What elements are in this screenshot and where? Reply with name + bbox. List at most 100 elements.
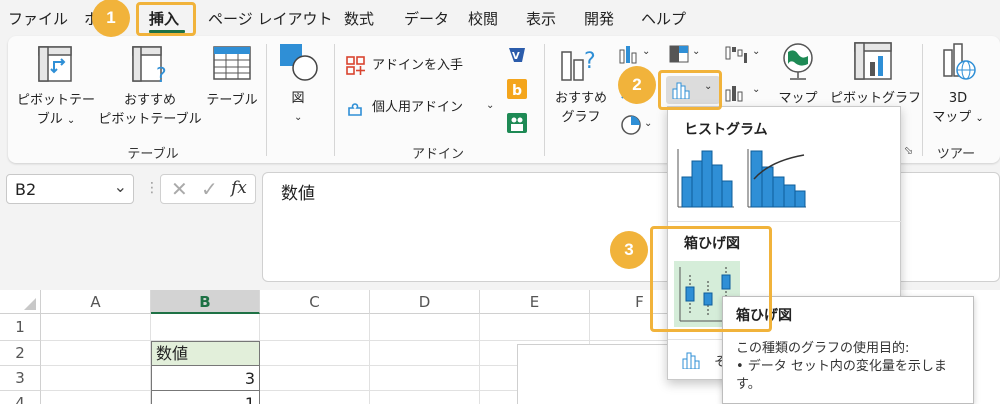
bing-icon[interactable]: b — [506, 78, 528, 100]
my-addins-button[interactable]: 個人用アドイン ⌄ — [346, 96, 496, 120]
callout-step-3: 3 — [610, 231, 648, 269]
column-header-d[interactable]: D — [370, 290, 480, 314]
dialog-launcher-icon[interactable]: ⬂ — [904, 144, 913, 157]
3d-map-label-2: マップ ⌄ — [932, 110, 984, 125]
svg-text:V: V — [512, 51, 520, 62]
illustrations-label: 図 — [291, 91, 305, 106]
tooltip-line-3: す。 — [736, 377, 761, 392]
select-all-corner[interactable] — [0, 290, 41, 314]
waterfall-chart-icon[interactable] — [724, 44, 748, 64]
dropdown-divider — [668, 221, 902, 222]
pivot-table-icon — [38, 46, 72, 82]
chevron-down-icon: ⌄ — [486, 100, 495, 111]
highlight-boxplot — [650, 226, 772, 332]
recommended-pivot-icon: ? — [132, 46, 167, 84]
combo-chart-icon[interactable] — [724, 82, 748, 102]
3d-map-icon — [943, 43, 976, 80]
pivot-table-label-1: ピボットテー — [16, 93, 95, 108]
row-header-1[interactable]: 1 — [0, 314, 41, 341]
shapes-icon — [280, 44, 318, 81]
name-box[interactable]: B2 ⌄ — [6, 174, 134, 204]
column-chart-icon[interactable] — [618, 44, 640, 64]
svg-text:b: b — [512, 83, 522, 99]
get-addins-label: アドインを入手 — [372, 58, 464, 73]
tooltip-line-1: この種類のグラフの使用目的: — [736, 341, 910, 356]
tooltip-line-2: • データ セット内の変化量を示しま — [736, 359, 947, 374]
pie-chart-icon[interactable] — [620, 114, 642, 136]
tab-view[interactable]: 表示 — [526, 8, 556, 29]
enter-icon[interactable]: ✓ — [201, 177, 218, 201]
column-header-a[interactable]: A — [41, 290, 151, 314]
pivot-table-button[interactable]: ピボットテー ブル ⌄ — [16, 42, 96, 134]
pareto-chart-icon — [747, 149, 806, 208]
recommended-pivot-label-1: おすすめ — [123, 93, 176, 108]
recommended-charts-button[interactable]: ? おすすめ グラフ — [548, 40, 614, 134]
3d-map-button[interactable]: 3D マップ ⌄ — [928, 40, 988, 134]
3d-map-label-1: 3D — [948, 91, 968, 106]
chevron-down-icon: ⌄ — [752, 46, 761, 57]
ribbon-separator — [922, 44, 923, 156]
tab-help[interactable]: ヘルプ — [641, 8, 686, 29]
tab-review[interactable]: 校閲 — [468, 8, 498, 29]
pivot-chart-label: ピボットグラフ — [830, 91, 922, 106]
column-header-c[interactable]: C — [260, 290, 370, 314]
addin-puzzle-icon — [348, 103, 362, 116]
ribbon-separator — [334, 44, 335, 156]
grid-lines — [479, 314, 480, 404]
column-header-e[interactable]: E — [480, 290, 590, 314]
hierarchy-chart-icon[interactable] — [668, 44, 690, 64]
illustrations-button[interactable]: 図 ⌄ — [274, 40, 322, 130]
row-header-4[interactable]: 4 — [0, 391, 41, 404]
group-label-tour: ツアー — [936, 147, 976, 162]
callout-step-2: 2 — [618, 66, 656, 104]
pivot-chart-icon — [854, 42, 892, 80]
group-label-addins: アドイン — [411, 147, 464, 162]
histogram-icon — [682, 352, 700, 369]
chevron-down-icon: ⌄ — [294, 112, 303, 123]
insert-function-icon[interactable]: fx — [231, 178, 247, 198]
visio-icon[interactable]: V — [506, 44, 528, 66]
group-label-table: テーブル — [127, 147, 179, 162]
row-header-2[interactable]: 2 — [0, 341, 41, 366]
table-button[interactable]: テーブル — [202, 42, 262, 134]
get-addins-button[interactable]: アドインを入手 — [346, 54, 486, 78]
grid-lines — [41, 340, 690, 341]
histogram-heading: ヒストグラム — [684, 122, 768, 138]
highlight-statistic-chart — [658, 70, 722, 110]
cancel-icon[interactable]: ✕ — [171, 177, 188, 201]
recommended-charts-label-1: おすすめ — [554, 91, 607, 106]
histogram-chart-icon — [677, 149, 734, 208]
chevron-down-icon: ⌄ — [692, 46, 701, 57]
formula-content: 数値 — [281, 184, 315, 204]
table-icon — [213, 46, 251, 80]
more-options-icon[interactable]: ⋮ — [145, 180, 159, 196]
formula-controls: ✕ ✓ fx — [160, 174, 256, 204]
tab-page-layout[interactable]: ページ レイアウト — [208, 8, 332, 29]
tab-data[interactable]: データ — [404, 8, 449, 29]
store-icon — [346, 56, 365, 75]
recommended-charts-icon: ? — [561, 49, 596, 81]
grid-lines — [369, 314, 370, 404]
chevron-down-icon[interactable]: ⌄ — [114, 177, 127, 196]
people-graph-icon[interactable] — [506, 112, 528, 134]
histogram-option[interactable] — [676, 145, 736, 209]
chevron-down-icon: ⌄ — [642, 46, 651, 57]
ribbon-separator — [544, 44, 545, 156]
my-addins-label: 個人用アドイン — [372, 100, 464, 115]
callout-step-1: 1 — [92, 0, 130, 37]
cell-b2[interactable]: 数値 — [151, 341, 260, 366]
tab-formulas[interactable]: 数式 — [344, 8, 374, 29]
column-header-b[interactable]: B — [151, 290, 260, 314]
maps-label: マップ — [778, 91, 818, 106]
pivot-table-label-2: ブル ⌄ — [36, 112, 76, 127]
cell-b3[interactable]: 3 — [151, 366, 260, 391]
cell-b4[interactable]: 1 — [151, 391, 260, 404]
name-box-value: B2 — [15, 180, 37, 199]
tab-developer[interactable]: 開発 — [584, 8, 614, 29]
row-header-3[interactable]: 3 — [0, 366, 41, 391]
recommended-pivot-button[interactable]: ? おすすめ ピボットテーブル — [98, 42, 202, 134]
pareto-option[interactable] — [746, 145, 808, 209]
recommended-pivot-label-2: ピボットテーブル — [98, 112, 202, 127]
tab-file[interactable]: ファイル — [8, 8, 68, 29]
recommended-charts-label-2: グラフ — [561, 110, 601, 125]
